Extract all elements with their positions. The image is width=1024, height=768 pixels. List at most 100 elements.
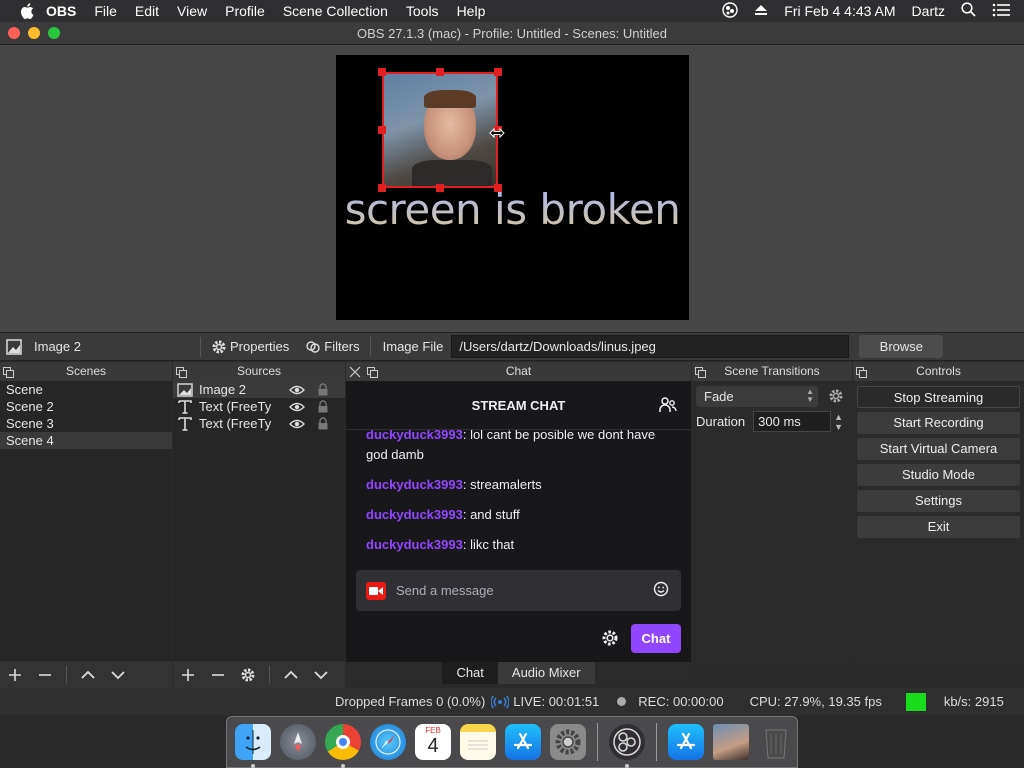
scenes-list: Scene Scene 2 Scene 3 Scene 4 bbox=[0, 381, 172, 660]
menu-app-name[interactable]: OBS bbox=[46, 3, 76, 19]
move-scene-up-button[interactable] bbox=[73, 661, 103, 689]
community-icon[interactable] bbox=[659, 396, 677, 417]
notes-icon[interactable] bbox=[460, 724, 496, 760]
move-source-down-button[interactable] bbox=[306, 661, 336, 689]
chrome-icon[interactable] bbox=[325, 724, 361, 768]
float-dock-icon[interactable] bbox=[695, 365, 706, 378]
obs-icon[interactable] bbox=[609, 724, 645, 768]
chat-dock-header: Chat bbox=[346, 362, 691, 381]
remove-source-button[interactable] bbox=[203, 661, 233, 689]
browse-button[interactable]: Browse bbox=[859, 335, 944, 358]
menu-file[interactable]: File bbox=[94, 3, 117, 19]
scene-item-selected[interactable]: Scene 4 bbox=[0, 432, 172, 449]
transition-selected-value: Fade bbox=[704, 389, 734, 404]
obs-tray-icon[interactable] bbox=[722, 1, 738, 21]
menu-user[interactable]: Dartz bbox=[912, 3, 945, 19]
apple-menu-icon[interactable] bbox=[20, 3, 34, 19]
resize-handle[interactable] bbox=[494, 68, 502, 76]
finder-icon[interactable] bbox=[235, 724, 271, 768]
scene-item[interactable]: Scene 2 bbox=[0, 398, 172, 415]
source-name: Image 2 bbox=[199, 382, 246, 397]
visibility-eye-icon bbox=[289, 419, 305, 428]
duration-input[interactable] bbox=[753, 411, 832, 432]
add-scene-button[interactable] bbox=[0, 661, 30, 689]
remove-scene-button[interactable] bbox=[30, 661, 60, 689]
float-dock-icon[interactable] bbox=[176, 365, 187, 378]
exit-button[interactable]: Exit bbox=[857, 516, 1020, 538]
trash-icon[interactable] bbox=[758, 724, 794, 760]
preview-area: screen is broken bbox=[0, 45, 1024, 332]
properties-button[interactable]: Properties bbox=[207, 339, 293, 355]
step-down-icon[interactable]: ▼ bbox=[834, 422, 843, 432]
duration-stepper[interactable]: ▲ ▼ bbox=[834, 412, 843, 432]
source-item-text[interactable]: Text (FreeTy bbox=[173, 398, 345, 415]
studio-mode-button[interactable]: Studio Mode bbox=[857, 464, 1020, 486]
add-source-button[interactable] bbox=[173, 661, 203, 689]
float-dock-icon[interactable] bbox=[3, 365, 14, 378]
lock-icon bbox=[318, 400, 328, 413]
menu-view[interactable]: View bbox=[177, 3, 207, 19]
minimize-window-button[interactable] bbox=[28, 27, 40, 39]
menu-scene-collection[interactable]: Scene Collection bbox=[283, 3, 388, 19]
chat-send-button[interactable]: Chat bbox=[631, 624, 681, 653]
tab-chat[interactable]: Chat bbox=[442, 662, 498, 684]
chat-text: : streamalerts bbox=[462, 477, 542, 492]
close-window-button[interactable] bbox=[8, 27, 20, 39]
stop-streaming-button[interactable]: Stop Streaming bbox=[857, 386, 1020, 408]
chevron-down-icon bbox=[111, 670, 125, 679]
emoji-picker-icon[interactable] bbox=[653, 581, 669, 600]
source-item-image[interactable]: Image 2 bbox=[173, 381, 345, 398]
safari-icon[interactable] bbox=[370, 724, 406, 760]
connection-status-indicator bbox=[905, 692, 926, 711]
menu-tools[interactable]: Tools bbox=[406, 3, 439, 19]
settings-button[interactable]: Settings bbox=[857, 490, 1020, 512]
chat-message-input[interactable]: Send a message bbox=[356, 570, 681, 611]
resize-handle[interactable] bbox=[378, 68, 386, 76]
resize-handle[interactable] bbox=[378, 126, 386, 134]
chat-username[interactable]: duckyduck3993 bbox=[366, 477, 463, 492]
menu-profile[interactable]: Profile bbox=[225, 3, 265, 19]
eject-icon[interactable] bbox=[754, 3, 768, 19]
zoom-window-button[interactable] bbox=[48, 27, 60, 39]
calendar-icon[interactable]: FEB 4 bbox=[415, 724, 451, 760]
move-source-up-button[interactable] bbox=[276, 661, 306, 689]
start-virtual-camera-button[interactable]: Start Virtual Camera bbox=[857, 438, 1020, 460]
chat-username[interactable]: duckyduck3993 bbox=[366, 507, 463, 522]
chat-username[interactable]: duckyduck3993 bbox=[366, 537, 463, 552]
app-store-icon[interactable] bbox=[505, 724, 541, 760]
bottom-dock-tabs: Chat Audio Mixer bbox=[346, 662, 691, 684]
image-file-path-field[interactable]: /Users/dartz/Downloads/linus.jpeg bbox=[451, 335, 850, 358]
move-scene-down-button[interactable] bbox=[103, 661, 133, 689]
spotlight-search-icon[interactable] bbox=[961, 2, 976, 20]
source-item-text[interactable]: Text (FreeTy bbox=[173, 415, 345, 432]
start-recording-button[interactable]: Start Recording bbox=[857, 412, 1020, 434]
selection-box[interactable] bbox=[382, 72, 498, 188]
menu-clock[interactable]: Fri Feb 4 4:43 AM bbox=[784, 3, 895, 19]
transition-select[interactable]: Fade ▲ ▼ bbox=[696, 386, 818, 407]
step-up-icon[interactable]: ▲ bbox=[834, 412, 843, 422]
float-dock-icon[interactable] bbox=[856, 365, 867, 378]
chat-settings-gear-icon[interactable] bbox=[601, 629, 619, 650]
video-camera-icon[interactable] bbox=[366, 581, 386, 600]
notification-center-icon[interactable] bbox=[992, 3, 1010, 20]
resize-handle[interactable] bbox=[436, 68, 444, 76]
chevron-up-icon bbox=[284, 670, 298, 679]
menu-edit[interactable]: Edit bbox=[135, 3, 159, 19]
transitions-dock-header: Scene Transitions bbox=[692, 362, 852, 381]
sources-dock: Sources Image 2 Text (FreeTy Text (FreeT… bbox=[173, 362, 345, 688]
scene-item[interactable]: Scene bbox=[0, 381, 172, 398]
controls-title: Controls bbox=[916, 364, 961, 378]
source-properties-button[interactable] bbox=[233, 661, 263, 689]
filters-button[interactable]: Filters bbox=[301, 339, 363, 355]
tab-audio-mixer[interactable]: Audio Mixer bbox=[497, 662, 595, 684]
transition-settings-gear-icon[interactable] bbox=[828, 388, 844, 407]
overlay-text-source[interactable]: screen is broken bbox=[336, 185, 689, 234]
launchpad-icon[interactable] bbox=[280, 724, 316, 760]
preview-canvas[interactable]: screen is broken bbox=[336, 55, 689, 320]
menu-help[interactable]: Help bbox=[457, 3, 486, 19]
scene-item[interactable]: Scene 3 bbox=[0, 415, 172, 432]
downloads-stack-icon[interactable] bbox=[713, 724, 749, 760]
system-preferences-icon[interactable] bbox=[550, 724, 586, 760]
app-store-folder-icon[interactable] bbox=[668, 724, 704, 760]
stream-chat-header: STREAM CHAT bbox=[346, 381, 691, 430]
